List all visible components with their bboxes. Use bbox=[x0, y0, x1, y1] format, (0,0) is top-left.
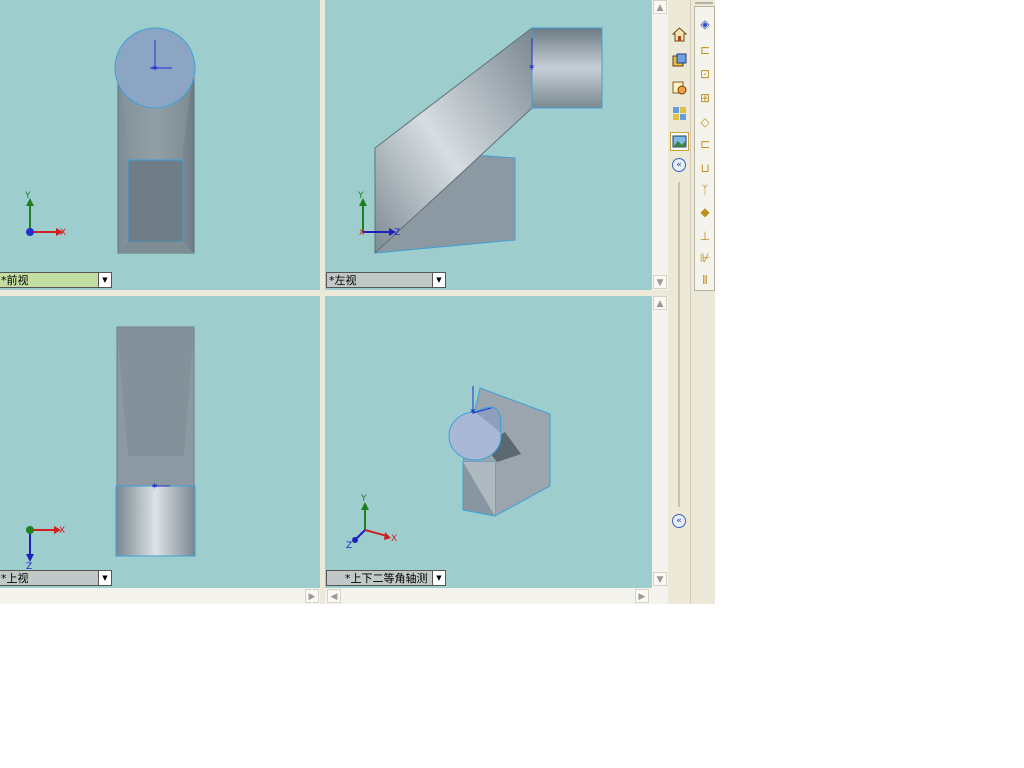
viewport-splitter-horizontal[interactable] bbox=[0, 290, 668, 296]
left-viewport[interactable]: ✶ Y Z X *左视 ▼ bbox=[325, 0, 652, 290]
axis-triad-front: Y X bbox=[24, 191, 66, 238]
viewport-splitter-vertical[interactable] bbox=[320, 0, 325, 604]
axis-triad-iso: Y X Z bbox=[346, 494, 397, 551]
scroll-down-button[interactable]: ▼ bbox=[653, 572, 667, 586]
left-view-canvas[interactable]: ✶ Y Z X bbox=[325, 0, 652, 290]
feature-icon[interactable]: ◇ bbox=[698, 115, 712, 129]
scroll-right-button[interactable]: ▶ bbox=[305, 589, 319, 603]
view-label: *上下二等角轴测 bbox=[345, 572, 428, 585]
scene-icon[interactable] bbox=[670, 132, 689, 151]
view-label: *左视 bbox=[329, 274, 357, 287]
view-orientation-dropdown-front[interactable]: *前视 ▼ bbox=[0, 272, 112, 288]
pipe-model-front: ✶ bbox=[114, 27, 196, 254]
axis-y-label: Y bbox=[360, 494, 367, 504]
front-viewport[interactable]: ✶ Y X *前视 ▼ bbox=[0, 0, 320, 290]
top-view-canvas[interactable]: ✶ X Z bbox=[0, 296, 320, 588]
task-pane-tabs: « « bbox=[668, 0, 690, 604]
assembly-icon[interactable]: ⊡ bbox=[698, 67, 712, 81]
expand-task-pane-button[interactable]: « bbox=[672, 514, 686, 528]
horizontal-scrollbar-right[interactable]: ◀ ▶ bbox=[325, 588, 668, 604]
more-icon[interactable]: Ⅱ bbox=[698, 273, 712, 287]
view-orientation-dropdown-iso[interactable]: *上下二等角轴测 ▼ bbox=[326, 570, 446, 586]
axis-z-label: Z bbox=[346, 541, 352, 551]
scroll-up-button[interactable]: ▲ bbox=[653, 296, 667, 310]
custom-properties-icon[interactable] bbox=[670, 104, 689, 123]
vertical-scrollbar-top[interactable]: ▲ ▼ bbox=[652, 0, 668, 290]
axis-y-label: Y bbox=[357, 191, 364, 201]
axis-x-label: X bbox=[60, 228, 66, 238]
command-strip: ◈ ⊏ ⊡ ⊞ ◇ ⊏ ⊔ ᛉ ◆ ⊥ ⊮ Ⅱ bbox=[690, 0, 715, 604]
vertical-scrollbar-bottom[interactable]: ▲ ▼ bbox=[652, 296, 668, 588]
surface-icon[interactable]: ⊥ bbox=[698, 229, 712, 243]
view-label: *上视 bbox=[1, 572, 29, 585]
svg-text:✶: ✶ bbox=[528, 63, 536, 73]
pipe-model-left: ✶ bbox=[374, 26, 603, 255]
scroll-right-button[interactable]: ▶ bbox=[635, 589, 649, 603]
horizontal-scrollbar-left[interactable]: ▶ bbox=[0, 588, 320, 604]
sketch-icon[interactable]: ⊏ bbox=[698, 137, 712, 151]
sheetmetal-icon[interactable]: ◆ bbox=[698, 205, 712, 219]
iso-view-canvas[interactable]: ✶ Y X Z bbox=[325, 296, 652, 588]
view-label: *前视 bbox=[1, 274, 29, 287]
axis-triad-top: X Z bbox=[26, 526, 65, 572]
svg-text:✶: ✶ bbox=[151, 64, 159, 74]
svg-text:✶: ✶ bbox=[151, 482, 159, 492]
axis-x-label: X bbox=[59, 526, 65, 536]
dimension-icon[interactable]: ⊮ bbox=[698, 251, 712, 265]
pane-separator bbox=[678, 182, 680, 507]
grip bbox=[695, 2, 713, 4]
view-orientation-dropdown-left[interactable]: *左视 ▼ bbox=[326, 272, 446, 288]
top-viewport[interactable]: ✶ X Z *上视 ▼ bbox=[0, 296, 320, 588]
home-icon[interactable] bbox=[670, 25, 689, 44]
scroll-down-button[interactable]: ▼ bbox=[653, 275, 667, 289]
iso-viewport[interactable]: ✶ Y X Z *上下二等角轴测 ▼ bbox=[325, 296, 652, 588]
pipe-model-iso: ✶ bbox=[448, 386, 551, 517]
part-icon[interactable]: ⊏ bbox=[698, 43, 712, 57]
appearance-icon[interactable] bbox=[670, 78, 689, 97]
command-strip-box: ◈ ⊏ ⊡ ⊞ ◇ ⊏ ⊔ ᛉ ◆ ⊥ ⊮ Ⅱ bbox=[694, 6, 715, 291]
view-orientation-dropdown-top[interactable]: *上视 ▼ bbox=[0, 570, 112, 586]
chevron-down-icon[interactable]: ▼ bbox=[432, 571, 445, 585]
chevron-down-icon[interactable]: ▼ bbox=[432, 273, 445, 287]
chevron-down-icon[interactable]: ▼ bbox=[98, 273, 111, 287]
view-palette-icon[interactable] bbox=[670, 51, 689, 70]
pin-icon[interactable]: ◈ bbox=[698, 17, 712, 31]
mold-icon[interactable]: ᛉ bbox=[698, 183, 712, 197]
drawing-icon[interactable]: ⊞ bbox=[698, 91, 712, 105]
chevron-down-icon[interactable]: ▼ bbox=[98, 571, 111, 585]
axis-x-label: X bbox=[391, 534, 397, 544]
axis-z-label: Z bbox=[394, 228, 400, 238]
scroll-left-button[interactable]: ◀ bbox=[327, 589, 341, 603]
axis-x-label: X bbox=[359, 228, 365, 237]
pipe-model-top: ✶ bbox=[115, 326, 196, 557]
svg-text:✶: ✶ bbox=[469, 407, 477, 417]
axis-y-label: Y bbox=[24, 191, 31, 201]
front-view-canvas[interactable]: ✶ Y X bbox=[0, 0, 320, 290]
scroll-up-button[interactable]: ▲ bbox=[653, 0, 667, 14]
weldment-icon[interactable]: ⊔ bbox=[698, 161, 712, 175]
collapse-task-pane-button[interactable]: « bbox=[672, 158, 686, 172]
